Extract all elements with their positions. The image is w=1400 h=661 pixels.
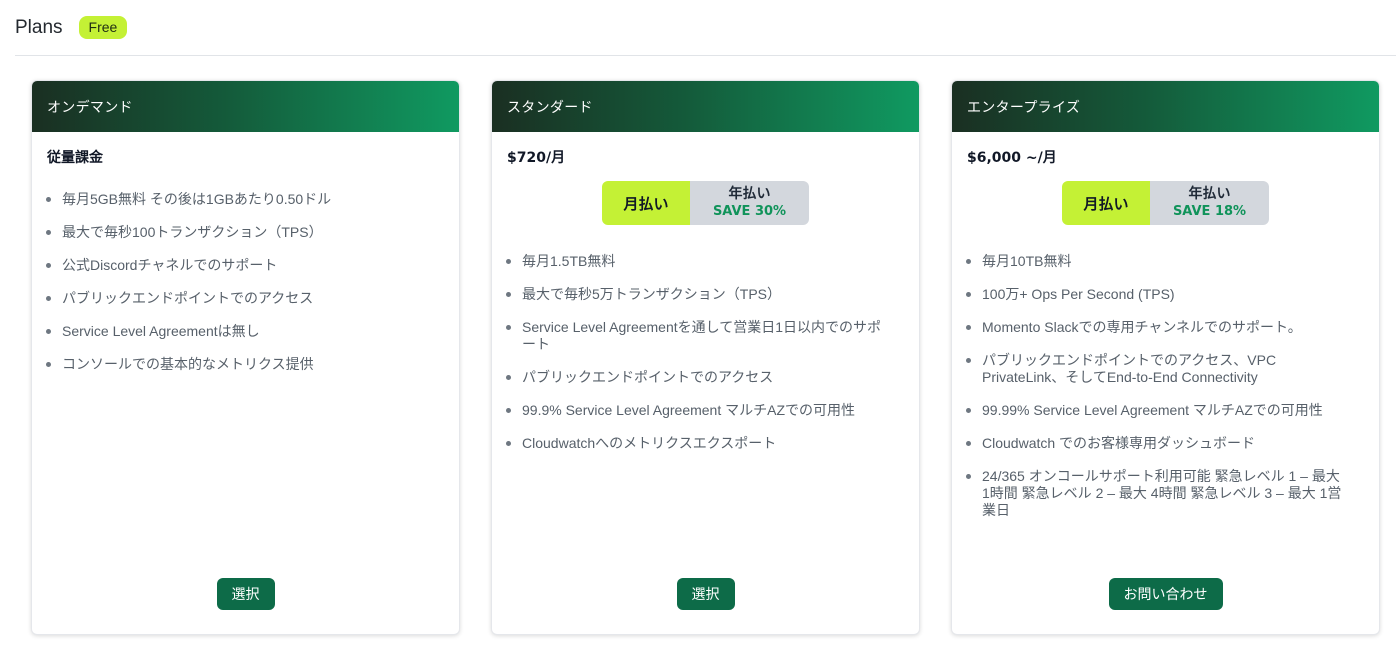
billing-period-toggle: 月払い 年払い SAVE 30%	[602, 181, 809, 225]
plan-card-ondemand: オンデマンド 従量課金 毎月5GB無料 その後は1GBあたり0.50ドル 最大で…	[31, 80, 460, 635]
feature-item: 毎月1.5TB無料	[506, 253, 889, 270]
feature-item: Momento Slackでの専用チャンネルでのサポート。	[966, 319, 1349, 336]
feature-text: 最大で毎秒100トランザクション（TPS）	[62, 224, 323, 240]
feature-text: 100万+ Ops Per Second (TPS)	[982, 286, 1175, 302]
current-plan-badge: Free	[78, 16, 128, 39]
bullet-icon	[46, 329, 51, 334]
feature-item: パブリックエンドポイントでのアクセス	[46, 290, 429, 307]
feature-text: 毎月1.5TB無料	[522, 253, 616, 269]
select-plan-button[interactable]: 選択	[216, 578, 275, 610]
feature-text: Service Level Agreementを通して営業日1日以内でのサポート	[522, 319, 882, 352]
plan-name: スタンダード	[507, 99, 593, 116]
feature-text: Service Level Agreementは無し	[62, 323, 260, 339]
feature-item: Service Level Agreementを通して営業日1日以内でのサポート	[506, 319, 889, 353]
feature-item: パブリックエンドポイントでのアクセス、VPC PrivateLink、そしてEn…	[966, 352, 1349, 386]
annual-billing-option[interactable]: 年払い SAVE 30%	[690, 181, 809, 225]
feature-item: 最大で毎秒5万トランザクション（TPS）	[506, 286, 889, 303]
plans-page: Plans Free オンデマンド 従量課金 毎月5GB無料 その後は1GBあた…	[0, 0, 1400, 661]
plan-price: 従量課金	[47, 150, 103, 166]
feature-item: Cloudwatchへのメトリクスエクスポート	[506, 435, 889, 452]
plan-name: エンタープライズ	[967, 99, 1081, 116]
feature-list: 毎月5GB無料 その後は1GBあたり0.50ドル 最大で毎秒100トランザクショ…	[32, 191, 459, 373]
feature-text: Momento Slackでの専用チャンネルでのサポート。	[982, 319, 1302, 335]
feature-text: 99.9% Service Level Agreement マルチAZでの可用性	[522, 402, 856, 418]
feature-text: 99.99% Service Level Agreement マルチAZでの可用…	[982, 402, 1323, 418]
plan-card-header: スタンダード	[492, 81, 919, 132]
feature-list: 毎月1.5TB無料 最大で毎秒5万トランザクション（TPS） Service L…	[492, 253, 919, 452]
monthly-billing-option[interactable]: 月払い	[602, 181, 690, 225]
bullet-icon	[506, 325, 511, 330]
feature-text: 毎月5GB無料 その後は1GBあたり0.50ドル	[62, 191, 332, 207]
monthly-billing-option[interactable]: 月払い	[1062, 181, 1150, 225]
feature-item: 毎月5GB無料 その後は1GBあたり0.50ドル	[46, 191, 429, 208]
bullet-icon	[506, 259, 511, 264]
bullet-icon	[506, 408, 511, 413]
plan-card-header: オンデマンド	[32, 81, 459, 132]
bullet-icon	[966, 259, 971, 264]
feature-item: 24/365 オンコールサポート利用可能 緊急レベル 1 – 最大 1時間 緊急…	[966, 468, 1349, 519]
plan-card-standard: スタンダード $720/月 月払い 年払い SAVE 30% 毎月1.5TB無料…	[491, 80, 920, 635]
annual-savings-label: SAVE 18%	[1172, 204, 1247, 219]
feature-item: 99.9% Service Level Agreement マルチAZでの可用性	[506, 402, 889, 419]
feature-item: Service Level Agreementは無し	[46, 323, 429, 340]
feature-item: 毎月10TB無料	[966, 253, 1349, 270]
feature-item: Cloudwatch でのお客様専用ダッシュボード	[966, 435, 1349, 452]
bullet-icon	[46, 296, 51, 301]
bullet-icon	[506, 292, 511, 297]
bullet-icon	[966, 441, 971, 446]
feature-item: 最大で毎秒100トランザクション（TPS）	[46, 224, 429, 241]
bullet-icon	[46, 362, 51, 367]
feature-item: 公式Discordチャネルでのサポート	[46, 257, 429, 274]
bullet-icon	[506, 375, 511, 380]
annual-billing-option[interactable]: 年払い SAVE 18%	[1150, 181, 1269, 225]
contact-sales-button[interactable]: お問い合わせ	[1108, 578, 1223, 610]
bullet-icon	[46, 263, 51, 268]
bullet-icon	[966, 408, 971, 413]
feature-list: 毎月10TB無料 100万+ Ops Per Second (TPS) Mome…	[952, 253, 1379, 519]
feature-text: 公式Discordチャネルでのサポート	[62, 257, 278, 273]
bullet-icon	[966, 292, 971, 297]
bullet-icon	[966, 358, 971, 363]
feature-item: 100万+ Ops Per Second (TPS)	[966, 286, 1349, 303]
plan-price: $720/月	[507, 150, 566, 166]
annual-savings-label: SAVE 30%	[712, 204, 787, 219]
feature-item: コンソールでの基本的なメトリクス提供	[46, 356, 429, 373]
feature-text: パブリックエンドポイントでのアクセス	[62, 290, 314, 306]
plans-header: Plans Free	[15, 16, 128, 39]
bullet-icon	[46, 230, 51, 235]
page-title: Plans	[15, 16, 63, 38]
plan-card-header: エンタープライズ	[952, 81, 1379, 132]
feature-text: Cloudwatchへのメトリクスエクスポート	[522, 435, 777, 451]
plan-name: オンデマンド	[47, 99, 133, 116]
bullet-icon	[46, 197, 51, 202]
billing-period-toggle: 月払い 年払い SAVE 18%	[1062, 181, 1269, 225]
header-divider	[15, 55, 1396, 56]
annual-billing-label: 年払い	[728, 186, 771, 202]
feature-text: パブリックエンドポイントでのアクセス	[522, 369, 774, 385]
bullet-icon	[966, 325, 971, 330]
bullet-icon	[506, 441, 511, 446]
feature-item: 99.99% Service Level Agreement マルチAZでの可用…	[966, 402, 1349, 419]
feature-item: パブリックエンドポイントでのアクセス	[506, 369, 889, 386]
feature-text: 最大で毎秒5万トランザクション（TPS）	[522, 286, 782, 302]
select-plan-button[interactable]: 選択	[676, 578, 735, 610]
feature-text: 24/365 オンコールサポート利用可能 緊急レベル 1 – 最大 1時間 緊急…	[982, 468, 1342, 518]
annual-billing-label: 年払い	[1188, 186, 1231, 202]
feature-text: 毎月10TB無料	[982, 253, 1072, 269]
feature-text: パブリックエンドポイントでのアクセス、VPC PrivateLink、そしてEn…	[982, 352, 1277, 385]
feature-text: Cloudwatch でのお客様専用ダッシュボード	[982, 435, 1256, 451]
feature-text: コンソールでの基本的なメトリクス提供	[62, 356, 314, 372]
bullet-icon	[966, 474, 971, 479]
plan-price: $6,000 ~/月	[967, 150, 1057, 166]
plan-card-enterprise: エンタープライズ $6,000 ~/月 月払い 年払い SAVE 18% 毎月1…	[951, 80, 1380, 635]
